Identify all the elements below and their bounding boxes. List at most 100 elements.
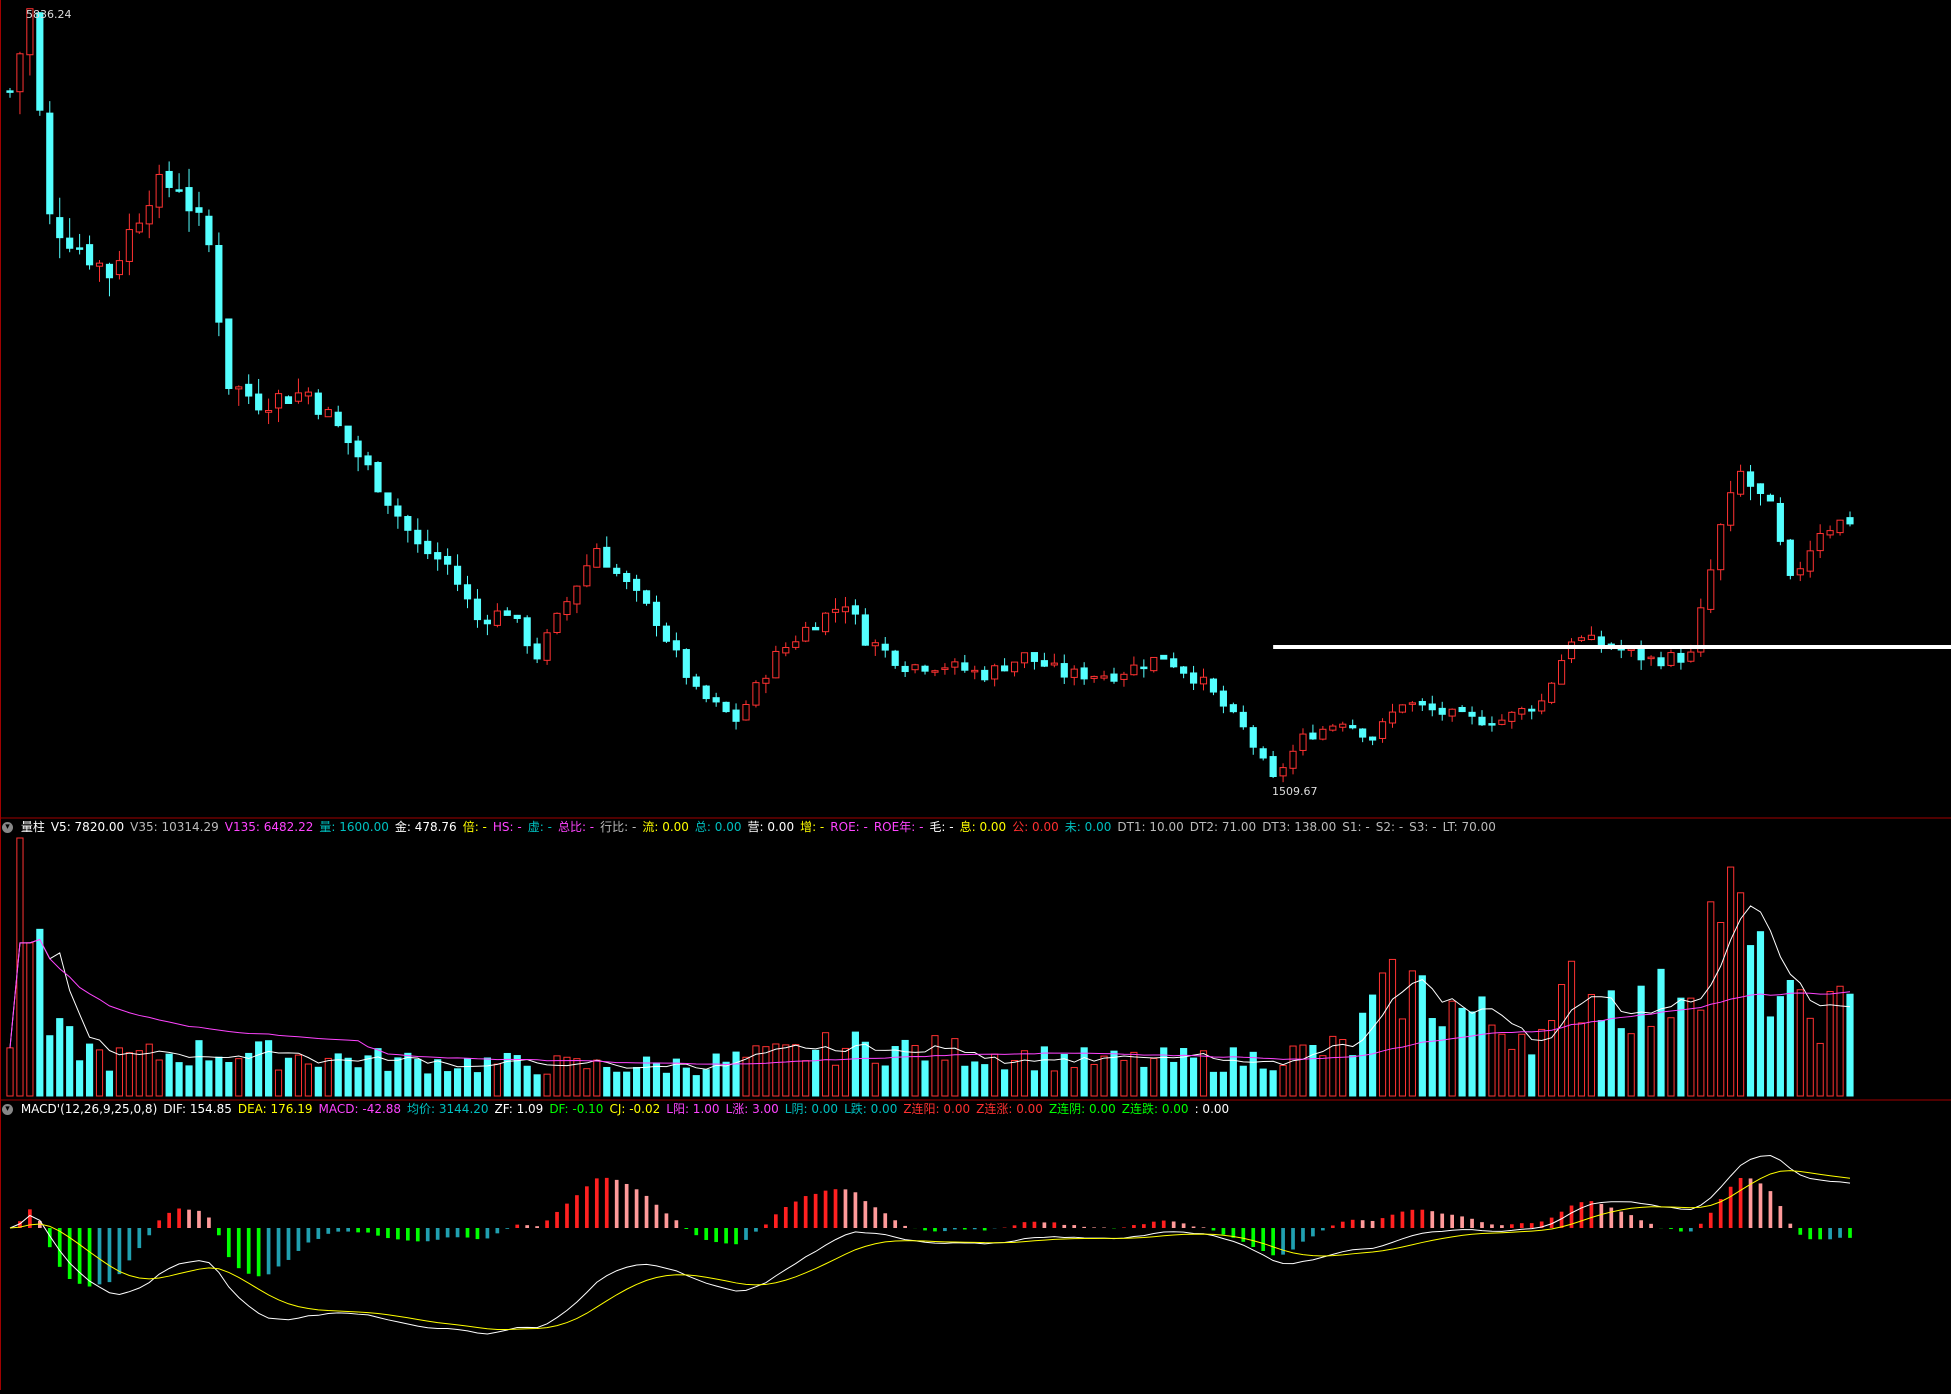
macd-header-item-9: L涨: 3.00 — [725, 1102, 779, 1116]
candle-body — [1756, 483, 1765, 494]
candle-body — [56, 217, 64, 239]
volume-bar — [1010, 1060, 1019, 1097]
macd-header-item-1: DIF: 154.85 — [163, 1102, 232, 1116]
candle-body — [642, 590, 651, 604]
macd-header-item-2: DEA: 176.19 — [237, 1102, 313, 1116]
candle-body — [971, 669, 979, 673]
macd-header-item-3: MACD: -42.88 — [318, 1102, 402, 1116]
candle-body — [215, 244, 223, 323]
candle-body — [1438, 707, 1446, 715]
macd-panel-toggle-icon[interactable]: ▾ — [2, 1104, 13, 1115]
volume-header-item-0: 量柱 — [20, 820, 45, 834]
candle-body — [1010, 661, 1019, 673]
candle-body — [434, 552, 442, 560]
candle-body — [1359, 728, 1367, 738]
volume-bar — [1090, 1063, 1098, 1097]
candle-body — [682, 649, 690, 678]
volume-bar — [1557, 984, 1566, 1097]
macd-dif-line — [9, 1155, 1851, 1335]
volume-bar — [145, 1043, 153, 1097]
candle-body — [603, 546, 611, 568]
volume-bar — [66, 1026, 74, 1097]
candle-body — [1150, 656, 1158, 672]
volume-bar — [1140, 1066, 1148, 1097]
volume-bar — [1001, 1069, 1009, 1097]
volume-panel-toggle-icon[interactable]: ▾ — [2, 822, 13, 833]
volume-header-item-3: V135: 6482.22 — [224, 820, 314, 834]
candle-body — [573, 585, 581, 605]
candle-body — [1110, 673, 1118, 682]
candle-body — [1518, 708, 1526, 715]
candle-body — [85, 244, 94, 266]
volume-bar — [1060, 1054, 1068, 1097]
volume-bar — [1349, 1055, 1357, 1097]
volume-bar — [762, 1046, 770, 1097]
candle-body — [1597, 636, 1605, 647]
volume-bar — [1378, 972, 1387, 1097]
macd-header-item-4: 均价: 3144.20 — [407, 1102, 489, 1116]
candle-body — [1219, 690, 1227, 707]
candle-body — [543, 632, 551, 661]
volume-bar — [1170, 1061, 1178, 1097]
candle-body — [503, 610, 511, 616]
macd-header-item-16: : 0.00 — [1194, 1102, 1230, 1116]
candle-body — [1776, 502, 1784, 542]
candle-body — [802, 626, 810, 642]
volume-bar — [1796, 989, 1804, 1097]
candle-body — [812, 626, 820, 631]
candle-body — [1448, 708, 1456, 717]
volume-bar — [623, 1071, 631, 1097]
price-high-label: 5836.24 — [26, 8, 72, 21]
volume-bar — [1448, 1000, 1456, 1097]
volume-bar — [1408, 970, 1416, 1097]
candle-body — [165, 170, 173, 188]
volume-bar — [1219, 1071, 1227, 1097]
volume-bar — [284, 1057, 293, 1097]
volume-bar — [603, 1066, 611, 1097]
volume-bar — [6, 1047, 14, 1097]
price-low-label: 1509.67 — [1272, 785, 1318, 798]
volume-header-item-21: DT1: 10.00 — [1117, 820, 1184, 834]
volume-bar — [414, 1058, 422, 1097]
candle-body — [841, 606, 850, 613]
volume-bar — [1836, 985, 1844, 1097]
volume-bar — [812, 1049, 820, 1097]
panel-separators — [0, 0, 1951, 1390]
volume-bar — [324, 1057, 332, 1097]
candle-body — [1806, 550, 1814, 572]
candle-body — [1388, 711, 1397, 724]
macd-header-item-5: ZF: 1.09 — [494, 1102, 544, 1116]
candle-body — [1677, 652, 1685, 663]
macd-histogram — [9, 1155, 1852, 1335]
macd-header-item-13: Z连涨: 0.00 — [976, 1102, 1043, 1116]
volume-header-item-7: HS: - — [492, 820, 522, 834]
candle-body — [1737, 470, 1745, 495]
volume-bar — [533, 1074, 541, 1097]
macd-header-item-8: L阳: 1.00 — [666, 1102, 720, 1116]
volume-bar — [961, 1065, 969, 1097]
candle-body — [105, 263, 114, 279]
candle-body — [1567, 641, 1576, 660]
candle-body — [185, 187, 193, 212]
chart-stage: 5836.24 1509.67 ▾ 量柱 V5: 7820.00 V35: 1031… — [0, 0, 1951, 1390]
volume-bar — [1428, 1018, 1436, 1097]
candle-body — [493, 610, 501, 626]
candle-body — [672, 640, 680, 651]
volume-header-item-1: V5: 7820.00 — [50, 820, 125, 834]
macd-header-item-6: DF: -0.10 — [549, 1102, 604, 1116]
volume-bar — [702, 1069, 710, 1097]
volume-bar — [1150, 1057, 1158, 1097]
volume-bar — [1020, 1050, 1029, 1097]
macd-header-item-15: Z连跌: 0.00 — [1121, 1102, 1189, 1116]
candle-body — [583, 565, 591, 587]
candle-body — [563, 601, 571, 616]
candle-body — [1269, 756, 1277, 778]
candle-body — [76, 247, 84, 250]
volume-bar — [1727, 866, 1735, 1097]
volume-bar — [802, 1060, 810, 1097]
candle-body — [891, 650, 899, 666]
volume-bar — [1687, 997, 1695, 1097]
candle-body — [1060, 663, 1068, 678]
candle-body — [1239, 711, 1247, 728]
candle-body — [473, 598, 482, 621]
